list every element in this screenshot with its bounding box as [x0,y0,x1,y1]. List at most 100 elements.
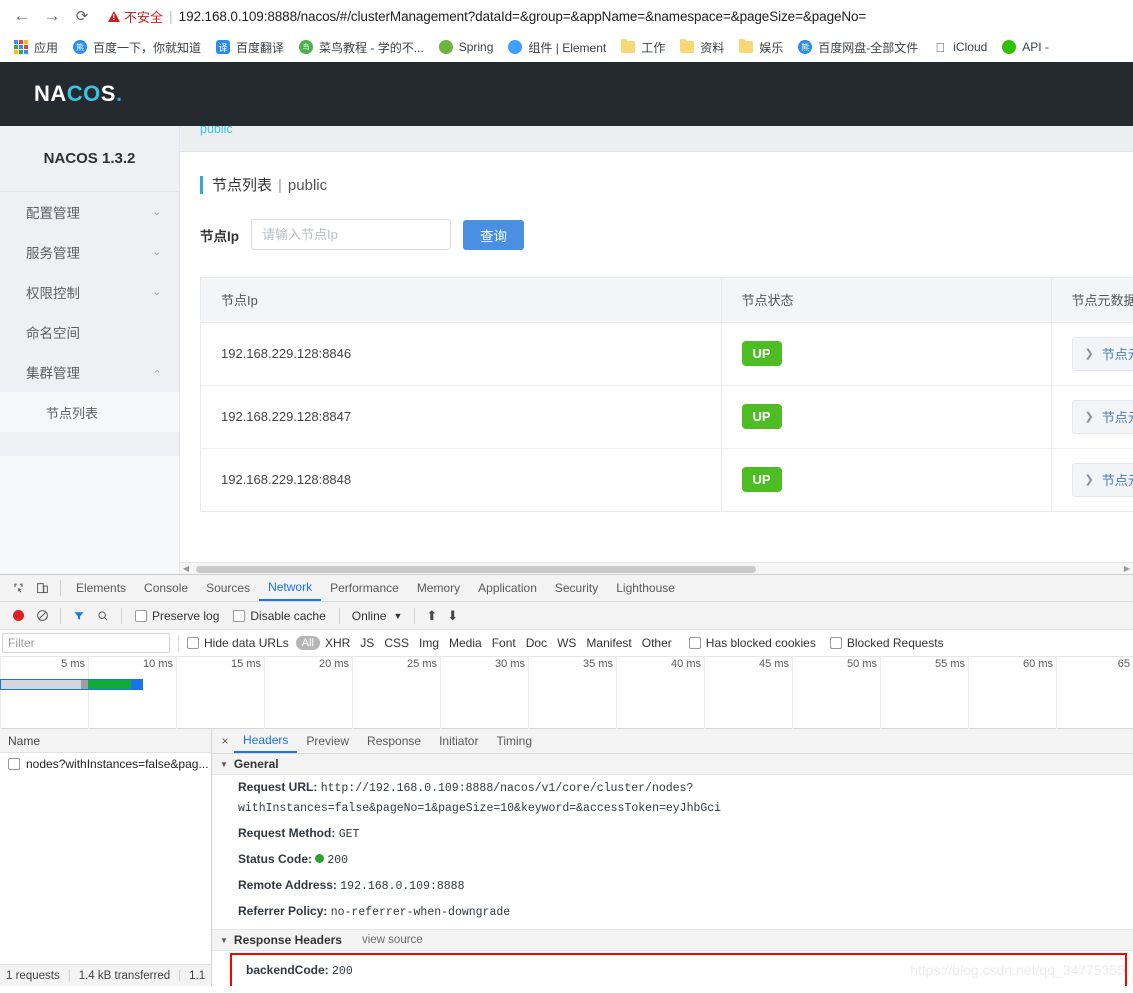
tab-security[interactable]: Security [546,575,607,601]
disable-cache-checkbox[interactable]: Disable cache [226,609,332,623]
bookmark-baidu-translate[interactable]: 译 百度翻译 [208,36,291,59]
bookmark-icloud[interactable]:  iCloud [925,36,994,58]
nacos-body: NACOS 1.3.2 配置管理 ⌄ 服务管理 ⌄ 权限控制 ⌄ 命名空间 集群… [0,126,1133,574]
checkbox-icon[interactable] [233,609,246,622]
filter-type-img[interactable]: Img [414,636,444,650]
tab-application[interactable]: Application [469,575,546,601]
bookmark-folder-fun[interactable]: 娱乐 [731,36,790,59]
funnel-icon[interactable] [67,605,91,627]
tab-console[interactable]: Console [135,575,197,601]
bookmark-element[interactable]: 组件 | Element [500,36,613,59]
tab-sources[interactable]: Sources [197,575,259,601]
scroll-right-arrow-icon[interactable]: ▶ [1121,564,1133,573]
hide-data-urls-checkbox[interactable]: Hide data URLs [187,636,296,650]
filter-type-all[interactable]: All [295,636,320,650]
tab-elements[interactable]: Elements [67,575,135,601]
filter-type-xhr[interactable]: XHR [320,636,355,650]
scrollbar-track[interactable] [192,565,1121,573]
sidebar-item-namespace[interactable]: 命名空间 [0,312,179,352]
chevron-down-icon: ⌄ [152,286,161,298]
scroll-left-arrow-icon[interactable]: ◀ [180,564,192,573]
view-source-link[interactable]: view source [362,934,423,946]
cell-node-status: UP [721,385,1052,449]
timeline-tick-label: 30 ms [495,658,525,670]
blocked-requests-checkbox[interactable]: Blocked Requests [823,636,951,650]
bookmark-folder-docs[interactable]: 资料 [672,36,731,59]
list-item[interactable]: nodes?withInstances=false&pag... [0,753,211,775]
checkbox-icon[interactable] [8,758,20,770]
bookmark-baidu[interactable]: 熊 百度一下，你就知道 [65,36,208,59]
checkbox-icon[interactable] [135,609,147,622]
filter-type-manifest[interactable]: Manifest [581,636,636,650]
filter-type-media[interactable]: Media [444,636,487,650]
title-separator: | [278,177,282,194]
device-toolbar-icon[interactable] [30,577,54,599]
filter-type-other[interactable]: Other [637,636,677,650]
import-icon[interactable]: ⬆ [421,608,442,624]
bookmark-api[interactable]: API - [994,36,1056,58]
throttling-dropdown[interactable]: Online ▼ [346,609,409,623]
filter-type-js[interactable]: JS [355,636,379,650]
horizontal-scrollbar[interactable]: ◀ ▶ [180,562,1133,574]
namespace-tab-public[interactable]: public [200,126,233,136]
node-metadata-button[interactable]: ❯ 节点元数据 [1071,336,1133,371]
tab-memory[interactable]: Memory [408,575,469,601]
response-headers-section-header[interactable]: ▼ Response Headers view source [212,930,1133,951]
back-button[interactable]: ← [8,2,36,30]
filter-input[interactable] [2,633,170,653]
nacos-logo[interactable]: NA CO S. [34,81,123,107]
checkbox-icon[interactable] [187,637,199,649]
bookmark-spring[interactable]: Spring [431,36,501,58]
preserve-log-checkbox[interactable]: Preserve log [128,609,226,623]
close-icon[interactable]: × [216,734,234,748]
sidebar-item-node-list[interactable]: 节点列表 [0,392,179,432]
page-title-namespace: public [287,177,328,194]
bookmark-apps[interactable]: 应用 [6,36,65,59]
general-section-header[interactable]: ▼ General [212,754,1133,775]
checkbox-icon[interactable] [688,637,701,649]
sidebar-item-label: 权限控制 [26,286,80,301]
node-ip-search-input[interactable] [251,219,451,250]
address-bar[interactable]: 不安全 | 192.168.0.109:8888/nacos/#/cluster… [98,3,1125,29]
node-metadata-button[interactable]: ❯ 节点元数据 [1071,399,1133,434]
clear-icon[interactable] [30,605,54,627]
sidebar-item-permission-control[interactable]: 权限控制 ⌄ [0,272,179,312]
has-blocked-cookies-checkbox[interactable]: Has blocked cookies [677,636,823,650]
bookmark-folder-work[interactable]: 工作 [613,36,672,59]
node-metadata-button[interactable]: ❯ 节点元数据 [1071,462,1133,497]
detail-tab-preview[interactable]: Preview [297,729,358,753]
detail-tabbar: × Headers Preview Response Initiator Tim… [212,729,1133,754]
timeline-tick-label: 20 ms [319,658,349,670]
filter-type-font[interactable]: Font [487,636,521,650]
detail-tab-initiator[interactable]: Initiator [430,729,487,753]
detail-tab-headers[interactable]: Headers [234,729,298,753]
query-button[interactable]: 查询 [463,219,524,250]
filter-type-doc[interactable]: Doc [521,636,552,650]
filter-type-css[interactable]: CSS [379,636,414,650]
inspect-element-icon[interactable] [6,577,30,599]
security-warning[interactable]: 不安全 [108,7,163,26]
bookmark-baidu-pan[interactable]: 熊 百度网盘-全部文件 [790,36,925,59]
network-timeline-overview[interactable]: 5 ms 10 ms 15 ms 20 ms 25 ms 30 ms 35 ms… [0,657,1133,729]
scrollbar-thumb[interactable] [196,565,756,573]
forward-button[interactable]: → [38,2,66,30]
detail-tab-response[interactable]: Response [358,729,430,753]
header-value: 200 [332,965,353,978]
triangle-down-icon: ▼ [220,759,228,769]
tab-lighthouse[interactable]: Lighthouse [607,575,684,601]
export-icon[interactable]: ⬇ [442,608,463,624]
search-icon[interactable] [91,605,115,627]
network-filterbar: Hide data URLs All XHR JS CSS Img Media … [0,630,1133,657]
detail-tab-timing[interactable]: Timing [487,729,541,753]
tab-performance[interactable]: Performance [321,575,408,601]
checkbox-icon[interactable] [829,637,842,649]
bookmark-runoob[interactable]: 鸟 菜鸟教程 - 学的不... [291,36,431,59]
filter-type-ws[interactable]: WS [552,636,581,650]
tab-network[interactable]: Network [259,575,322,601]
record-icon[interactable] [6,605,30,627]
sidebar-item-service-management[interactable]: 服务管理 ⌄ [0,232,179,272]
sidebar-item-cluster-management[interactable]: 集群管理 ⌄ [0,352,179,392]
sidebar-item-config-management[interactable]: 配置管理 ⌄ [0,192,179,232]
reload-button[interactable]: ⟳ [68,2,96,30]
page-title-row: 节点列表 | public [180,152,1133,195]
